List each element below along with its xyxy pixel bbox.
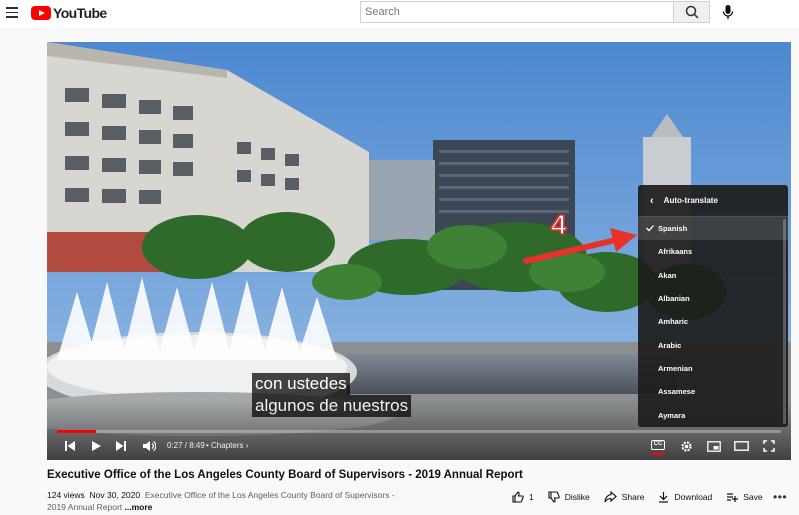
language-option[interactable]: Assamese <box>638 380 788 403</box>
skip-previous-icon <box>65 441 75 451</box>
language-label: Arabic <box>658 340 682 350</box>
download-label: Download <box>674 492 713 502</box>
subtitles-active-indicator <box>651 453 665 455</box>
youtube-logo[interactable]: YouTube <box>31 5 107 21</box>
menu-header[interactable]: ‹ Auto-translate <box>638 185 788 217</box>
time-display: 0:27 / 8:49 <box>167 441 205 450</box>
miniplayer-button[interactable] <box>706 438 722 454</box>
theater-mode-button[interactable] <box>733 438 749 454</box>
language-option[interactable]: Akan <box>638 264 788 287</box>
progress-bar[interactable] <box>57 430 781 433</box>
more-actions-icon[interactable]: ••• <box>773 491 787 503</box>
language-option[interactable]: Afrikaans <box>638 240 788 263</box>
microphone-icon <box>722 5 734 19</box>
top-bar: YouTube <box>0 0 799 28</box>
skip-next-icon <box>116 441 126 451</box>
language-option[interactable]: Arabic <box>638 333 788 356</box>
search-icon <box>685 5 699 19</box>
dislike-button[interactable]: Dislike <box>548 491 590 503</box>
next-button[interactable] <box>114 438 128 454</box>
more-link[interactable]: ...more <box>125 502 153 512</box>
video-title: Executive Office of the Los Angeles Coun… <box>47 469 523 481</box>
previous-button[interactable] <box>63 438 77 454</box>
video-player[interactable]: con ustedes algunos de nuestros 0:27 / 8… <box>47 42 791 460</box>
volume-icon <box>143 441 156 451</box>
language-label: Afrikaans <box>658 247 693 257</box>
chevron-left-icon[interactable]: ‹ <box>650 195 654 207</box>
miniplayer-icon <box>707 440 721 452</box>
share-label: Share <box>621 492 645 502</box>
like-count: 1 <box>529 492 534 502</box>
play-button[interactable] <box>89 438 103 454</box>
voice-search-button[interactable] <box>718 2 738 22</box>
upload-date: Nov 30, 2020 <box>89 490 141 500</box>
menu-scrollbar[interactable] <box>783 219 786 424</box>
menu-title: Auto-translate <box>663 196 718 205</box>
youtube-play-icon <box>31 6 51 20</box>
fullscreen-button[interactable] <box>761 438 777 454</box>
language-option[interactable]: Spanish <box>638 217 788 241</box>
like-button[interactable]: 1 <box>512 491 534 503</box>
language-option[interactable]: Albanian <box>638 287 788 310</box>
language-label: Akan <box>658 270 677 280</box>
red-arrow-icon <box>523 228 637 264</box>
save-label: Save <box>743 492 763 502</box>
checkmark-icon <box>646 225 654 232</box>
progress-played <box>57 430 97 433</box>
play-icon <box>92 441 101 451</box>
theater-icon <box>733 441 749 451</box>
share-icon <box>604 491 617 503</box>
chapters-button[interactable]: • Chapters › <box>206 441 248 450</box>
volume-button[interactable] <box>141 438 157 454</box>
fullscreen-icon <box>763 440 775 452</box>
language-label: Armenian <box>658 363 693 373</box>
dislike-label: Dislike <box>564 492 590 502</box>
language-list: Spanish Afrikaans Akan Albanian Amharic Arabi… <box>638 217 788 427</box>
language-option[interactable]: Amharic <box>638 310 788 333</box>
language-label: Assamese <box>658 387 696 397</box>
settings-button[interactable] <box>678 438 694 454</box>
search-button[interactable] <box>673 1 710 23</box>
view-count: 124 views <box>47 490 85 500</box>
thumbs-up-icon <box>512 491 524 503</box>
language-label: Albanian <box>658 294 690 304</box>
language-label: Aymara <box>658 410 686 420</box>
language-option[interactable]: Aymara <box>638 403 788 426</box>
add-to-playlist-icon <box>727 493 739 502</box>
download-button[interactable]: Download <box>658 491 712 503</box>
caption-line: con ustedes <box>252 373 350 395</box>
gear-icon <box>680 440 692 452</box>
search-input[interactable] <box>360 1 674 23</box>
share-button[interactable]: Share <box>604 491 645 503</box>
menu-icon[interactable] <box>6 7 18 19</box>
thumbs-down-icon <box>548 491 560 503</box>
save-button[interactable]: Save <box>726 491 763 503</box>
language-option[interactable]: Armenian <box>638 357 788 380</box>
language-label: Amharic <box>658 317 689 327</box>
logo-text: YouTube <box>53 5 107 21</box>
download-icon <box>659 492 669 503</box>
video-actions: 1 Dislike Share Download Save <box>512 490 777 504</box>
language-label: Spanish <box>658 224 688 234</box>
subtitles-button[interactable]: CC <box>651 440 665 450</box>
video-description[interactable]: 124 views Nov 30, 2020 Executive Office … <box>47 489 407 513</box>
auto-translate-menu: ‹ Auto-translate Spanish Afrikaans Akan Alb… <box>638 185 788 427</box>
